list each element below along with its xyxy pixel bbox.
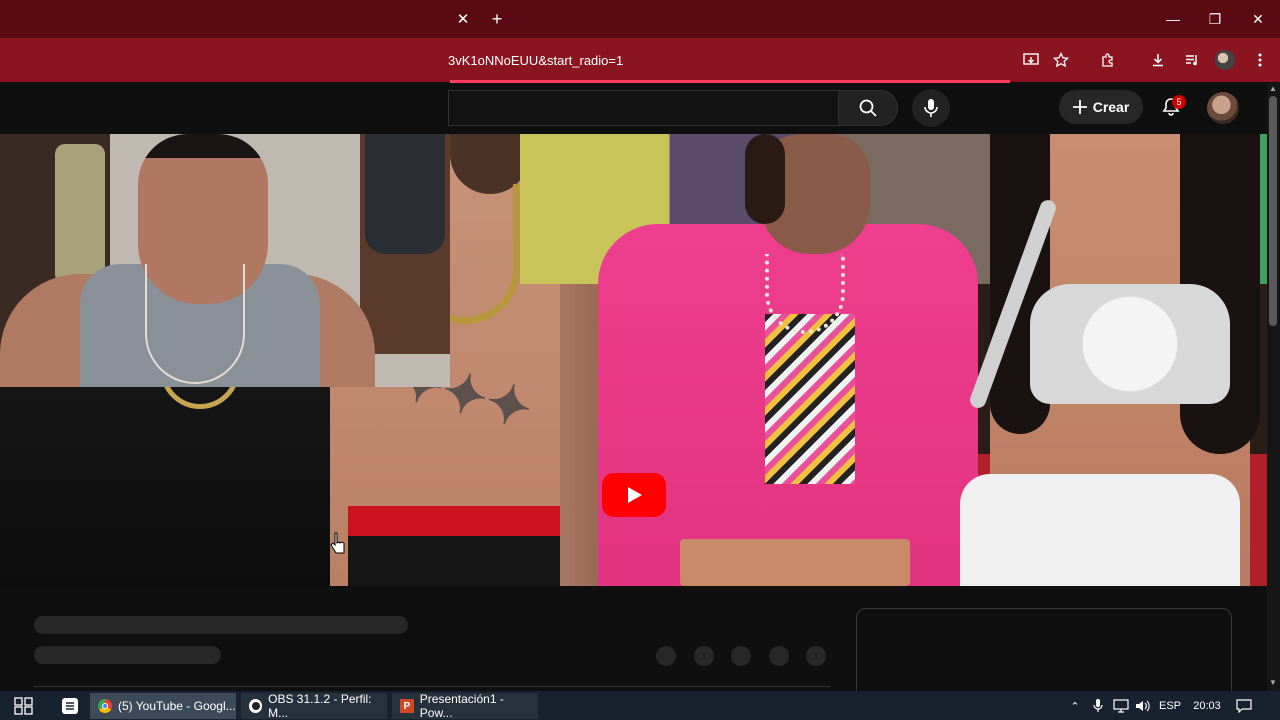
webcam-silver-chain: [145, 264, 245, 384]
action-placeholder: [769, 646, 789, 666]
taskbar-app-obs[interactable]: OBS 31.1.2 - Perfil: M...: [241, 692, 387, 720]
search-icon: [859, 99, 877, 117]
microphone-tray-icon[interactable]: [1089, 695, 1107, 717]
video-white-top: [1030, 284, 1230, 404]
scroll-up-arrow-icon[interactable]: ▲: [1268, 84, 1278, 94]
restore-button[interactable]: ❐: [1202, 6, 1228, 32]
start-menu-icon[interactable]: [14, 697, 34, 715]
chrome-icon: [98, 699, 112, 713]
play-icon: [628, 487, 642, 503]
url-field[interactable]: 3vK1oNNoEUU&start_radio=1: [448, 45, 1008, 75]
title-placeholder: [34, 616, 408, 634]
video-host-hair: [745, 134, 785, 224]
taskbar-app-label: Presentación1 - Pow...: [419, 692, 504, 720]
minimize-button[interactable]: —: [1160, 6, 1186, 32]
task-view-icon[interactable]: [62, 698, 78, 714]
profile-avatar[interactable]: [1215, 50, 1235, 70]
volume-icon[interactable]: [1133, 695, 1153, 717]
obs-icon: [249, 699, 263, 713]
plus-icon: [1072, 100, 1087, 114]
tab-close-icon[interactable]: ✕: [452, 8, 474, 30]
video-clipboard: [680, 539, 910, 586]
notification-center-icon[interactable]: [1234, 695, 1254, 717]
notification-badge: 5: [1172, 95, 1186, 109]
action-placeholder: [694, 646, 714, 666]
video-pearl-necklace: [765, 254, 845, 334]
powerpoint-icon: P: [400, 699, 414, 713]
video-dark-shorts: [348, 536, 588, 586]
media-control-icon[interactable]: [1180, 48, 1204, 72]
webcam-towel: [55, 144, 105, 284]
search-input[interactable]: [448, 90, 838, 126]
video-white-shorts: [960, 474, 1240, 586]
action-placeholder: [806, 646, 826, 666]
action-placeholder: [731, 646, 751, 666]
chrome-menu-icon[interactable]: [1248, 48, 1272, 72]
browser-title-bar: [0, 0, 1280, 38]
create-button[interactable]: Crear: [1059, 90, 1143, 124]
video-red-waistband: [348, 506, 584, 536]
video-player[interactable]: ✦✦✦: [0, 134, 1267, 586]
show-hidden-icons-icon[interactable]: ⌃: [1066, 695, 1084, 717]
scroll-down-arrow-icon[interactable]: ▼: [1268, 678, 1278, 688]
taskbar-app-powerpoint[interactable]: P Presentación1 - Pow...: [392, 692, 538, 720]
new-tab-button[interactable]: +: [486, 8, 508, 30]
create-label: Crear: [1092, 99, 1130, 115]
install-app-icon[interactable]: [1019, 48, 1043, 72]
window-close-button[interactable]: ✕: [1245, 6, 1271, 32]
network-icon[interactable]: [1111, 695, 1131, 717]
taskbar-app-chrome[interactable]: (5) YouTube - Googl...: [90, 693, 236, 719]
taskbar-app-label: OBS 31.1.2 - Perfil: M...: [268, 692, 372, 720]
action-placeholder: [656, 646, 676, 666]
account-avatar[interactable]: [1207, 92, 1239, 124]
play-button[interactable]: [602, 473, 666, 517]
video-patterned-blouse: [765, 314, 855, 484]
taskbar-app-label: (5) YouTube - Googl...: [118, 699, 236, 713]
extensions-icon[interactable]: [1096, 48, 1120, 72]
download-icon[interactable]: [1146, 48, 1170, 72]
webcam-hanging-clothes: [365, 134, 445, 254]
divider: [34, 686, 830, 687]
webcam-overlay: [0, 134, 450, 387]
search-button[interactable]: [838, 90, 898, 126]
language-indicator[interactable]: ESP: [1155, 695, 1185, 717]
bookmark-star-icon[interactable]: [1049, 48, 1073, 72]
voice-search-button[interactable]: [912, 89, 950, 127]
scrollbar-thumb[interactable]: [1269, 96, 1277, 326]
microphone-icon: [924, 99, 938, 117]
subtitle-placeholder: [34, 646, 221, 664]
clock[interactable]: 20:03: [1188, 695, 1226, 717]
mouse-cursor-icon: [330, 532, 346, 554]
